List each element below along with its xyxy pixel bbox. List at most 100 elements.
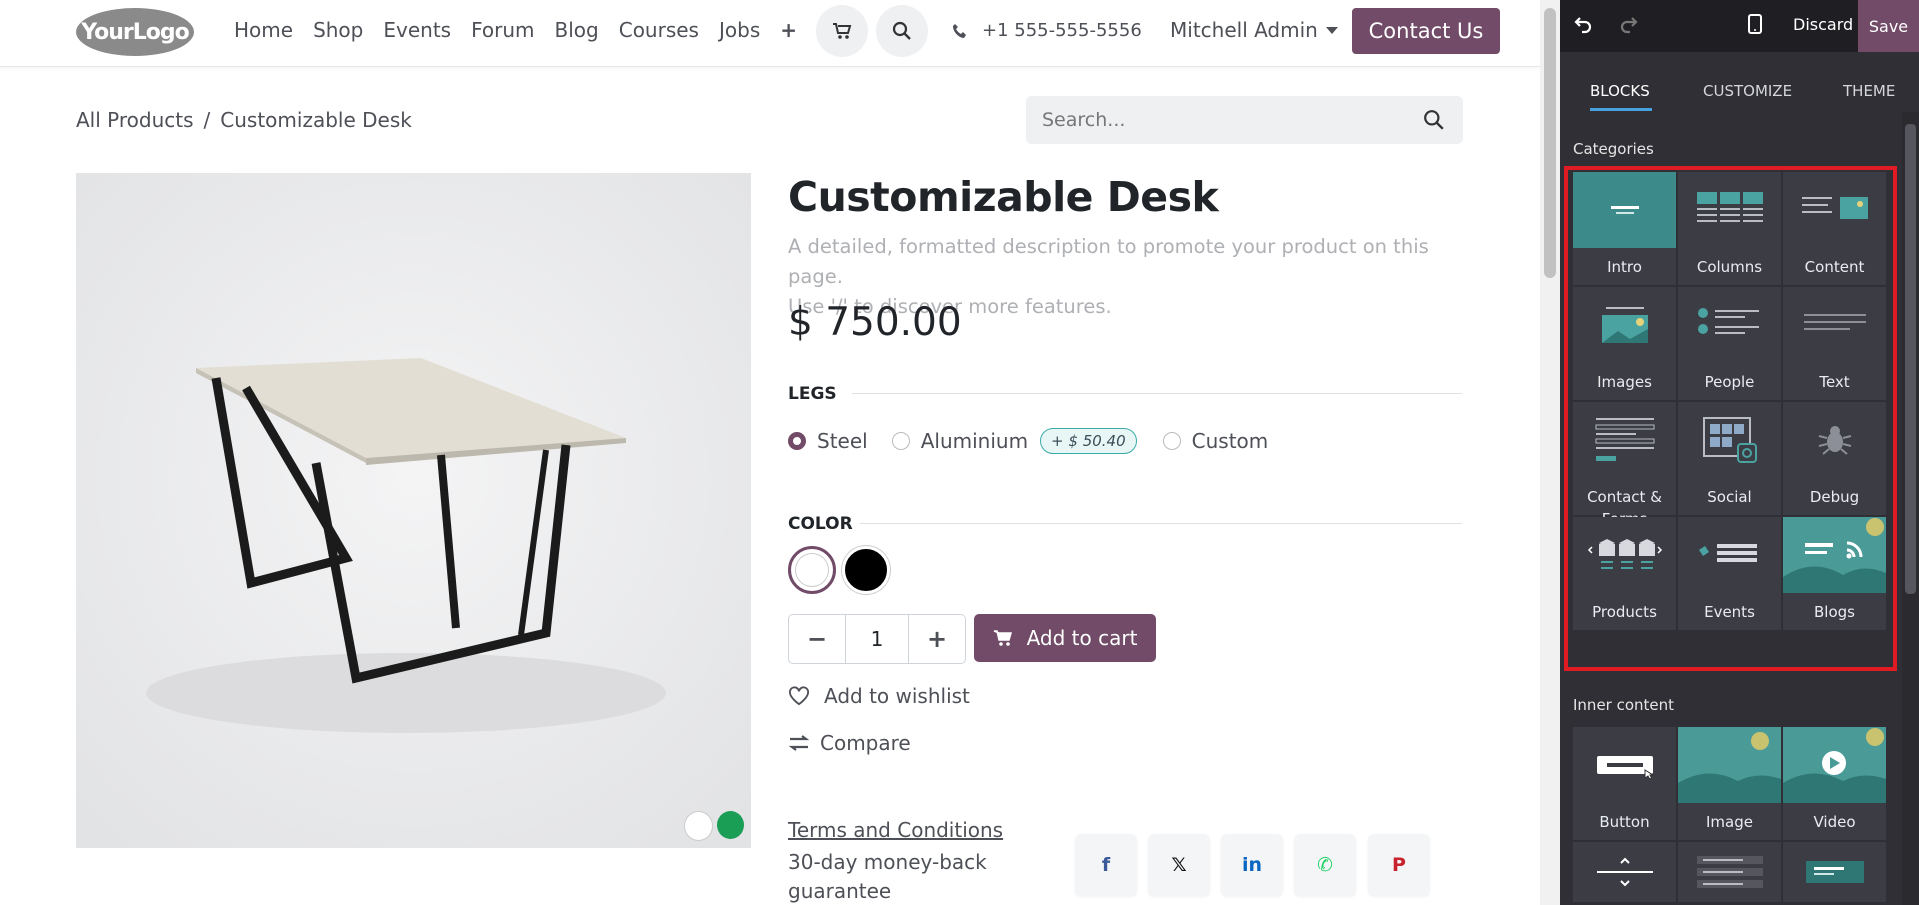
page-scrollbar[interactable] xyxy=(1540,0,1560,905)
chevron-down-icon xyxy=(1325,26,1338,34)
block-video[interactable]: Video xyxy=(1783,727,1886,840)
video-preview-icon xyxy=(1783,727,1886,803)
inner-content-grid: Button Image Video xyxy=(1573,727,1887,902)
cart-button[interactable] xyxy=(816,5,868,57)
color-swatch-white[interactable] xyxy=(788,546,836,594)
share-x[interactable]: 𝕏 xyxy=(1148,834,1210,896)
legs-options: Steel Aluminium + $ 50.40 Custom xyxy=(788,428,1268,454)
inner-content-heading: Inner content xyxy=(1573,696,1675,714)
search-icon[interactable] xyxy=(1423,109,1445,131)
editor-tabs: BLOCKS CUSTOMIZE THEME xyxy=(1560,52,1919,112)
editor-panel: Discard Save BLOCKS CUSTOMIZE THEME Cate… xyxy=(1560,0,1919,905)
search-button[interactable] xyxy=(876,5,928,57)
terms-link[interactable]: Terms and Conditions xyxy=(788,818,1003,842)
nav-add-page-icon[interactable]: + xyxy=(780,18,797,42)
cart-icon xyxy=(833,23,852,39)
radio-steel-label[interactable]: Steel xyxy=(817,429,868,453)
separator-preview-icon xyxy=(1573,842,1676,902)
site-logo[interactable]: YourLogo xyxy=(76,8,194,56)
quantity-stepper: − 1 + xyxy=(788,614,966,664)
main-nav: Home Shop Events Forum Blog Courses Jobs… xyxy=(234,18,797,42)
legs-label: LEGS xyxy=(788,384,837,404)
share-whatsapp[interactable]: ✆ xyxy=(1294,834,1356,896)
phone-icon xyxy=(953,23,966,38)
nav-shop[interactable]: Shop xyxy=(313,18,363,42)
product-title[interactable]: Customizable Desk xyxy=(788,173,1219,221)
legs-divider xyxy=(852,393,1462,394)
list-preview-icon xyxy=(1678,842,1781,902)
add-to-wishlist-link[interactable]: Add to wishlist xyxy=(788,684,970,708)
color-divider xyxy=(860,523,1462,524)
nav-blog[interactable]: Blog xyxy=(555,18,599,42)
add-to-cart-button[interactable]: Add to cart xyxy=(974,614,1156,662)
whatsapp-icon: ✆ xyxy=(1317,854,1333,876)
redo-icon[interactable] xyxy=(1618,14,1638,34)
button-preview-icon xyxy=(1573,727,1676,803)
phone-link[interactable]: +1 555-555-5556 xyxy=(952,20,1142,41)
product-search-input[interactable]: Search... xyxy=(1026,96,1463,144)
editor-scroll-thumb[interactable] xyxy=(1905,124,1916,594)
guarantee-text: 30-day money-back guarantee xyxy=(788,850,987,903)
nav-jobs[interactable]: Jobs xyxy=(719,18,760,42)
editor-toolbar: Discard Save xyxy=(1560,0,1919,52)
linkedin-icon: in xyxy=(1241,854,1263,876)
tab-blocks[interactable]: BLOCKS xyxy=(1590,82,1650,100)
ai-image-icon[interactable] xyxy=(717,811,744,839)
decrease-quantity-button[interactable]: − xyxy=(789,615,845,663)
share-linkedin[interactable]: in xyxy=(1221,834,1283,896)
image-badges xyxy=(684,811,744,841)
nav-forum[interactable]: Forum xyxy=(471,18,534,42)
radio-custom-label[interactable]: Custom xyxy=(1192,429,1269,453)
block-alert[interactable] xyxy=(1783,842,1886,902)
discard-button[interactable]: Discard xyxy=(1793,15,1853,34)
color-label: COLOR xyxy=(788,514,853,534)
increase-quantity-button[interactable]: + xyxy=(909,615,965,663)
price-extra-badge: + $ 50.40 xyxy=(1040,428,1137,454)
block-list[interactable] xyxy=(1678,842,1781,902)
radio-aluminium-label[interactable]: Aluminium xyxy=(921,429,1028,453)
nav-courses[interactable]: Courses xyxy=(619,18,699,42)
product-price: $ 750.00 xyxy=(788,300,962,345)
breadcrumb-current: Customizable Desk xyxy=(220,108,412,132)
contact-us-button[interactable]: Contact Us xyxy=(1352,8,1500,54)
heart-icon xyxy=(789,686,809,706)
categories-heading: Categories xyxy=(1573,140,1654,158)
site-header: YourLogo Home Shop Events Forum Blog Cou… xyxy=(0,0,1540,67)
radio-aluminium[interactable] xyxy=(891,432,910,450)
image-preview-icon xyxy=(1678,727,1781,803)
cart-icon xyxy=(993,630,1012,646)
nav-events[interactable]: Events xyxy=(383,18,451,42)
share-facebook[interactable]: f xyxy=(1075,834,1137,896)
active-tab-indicator xyxy=(1590,108,1652,111)
breadcrumb-all-products[interactable]: All Products xyxy=(76,108,194,132)
mobile-preview-icon[interactable] xyxy=(1748,14,1762,34)
nav-home[interactable]: Home xyxy=(234,18,293,42)
quantity-input[interactable]: 1 xyxy=(845,615,909,663)
block-image[interactable]: Image xyxy=(1678,727,1781,840)
breadcrumb: All Products / Customizable Desk xyxy=(76,108,412,132)
radio-custom[interactable] xyxy=(1162,432,1181,450)
product-image[interactable] xyxy=(76,173,751,848)
save-button[interactable]: Save xyxy=(1858,0,1919,52)
facebook-icon: f xyxy=(1101,854,1111,876)
exchange-icon xyxy=(788,735,810,751)
user-menu[interactable]: Mitchell Admin xyxy=(1170,18,1338,42)
tab-theme[interactable]: THEME xyxy=(1843,82,1895,100)
block-separator[interactable] xyxy=(1573,842,1676,902)
page-scroll-thumb[interactable] xyxy=(1544,8,1556,278)
desk-illustration xyxy=(76,173,751,848)
radio-steel[interactable] xyxy=(788,432,806,450)
tab-customize[interactable]: CUSTOMIZE xyxy=(1703,82,1792,100)
share-pinterest[interactable]: P xyxy=(1368,834,1430,896)
block-button[interactable]: Button xyxy=(1573,727,1676,840)
alert-preview-icon xyxy=(1783,842,1886,902)
categories-highlight-frame xyxy=(1564,166,1897,671)
undo-icon[interactable] xyxy=(1574,14,1594,34)
edit-image-icon[interactable] xyxy=(684,811,713,841)
pinterest-icon: P xyxy=(1392,854,1406,876)
website-preview: YourLogo Home Shop Events Forum Blog Cou… xyxy=(0,0,1540,905)
x-icon: 𝕏 xyxy=(1171,854,1187,876)
compare-link[interactable]: Compare xyxy=(788,731,911,755)
editor-scrollbar[interactable] xyxy=(1902,112,1919,905)
color-swatch-black[interactable] xyxy=(842,546,890,594)
